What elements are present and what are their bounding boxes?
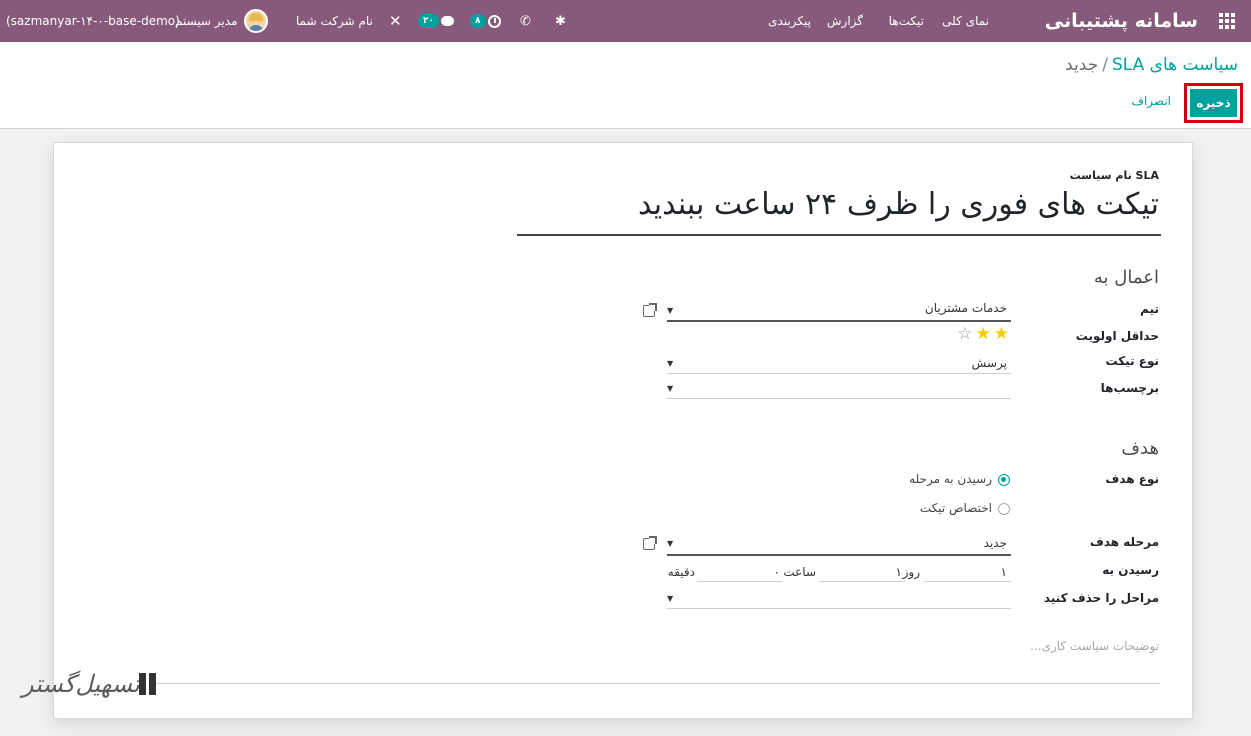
- menu-reporting[interactable]: گزارش: [827, 0, 863, 42]
- minutes-field-line: [697, 581, 782, 582]
- save-button[interactable]: ذخیره: [1190, 89, 1237, 117]
- exclude-stages-field-line[interactable]: [667, 608, 1011, 609]
- hours-unit-label: ساعت: [783, 565, 816, 579]
- star-icon[interactable]: ★: [976, 325, 991, 343]
- target-stage-value[interactable]: جدید: [984, 536, 1007, 550]
- ticket-type-label: نوع تیکت: [1105, 354, 1160, 368]
- team-external-link-icon[interactable]: [643, 303, 657, 317]
- target-stage-label: مرحله هدف: [1089, 535, 1159, 549]
- option-assign-ticket-label[interactable]: اختصاص تیکت: [920, 501, 992, 515]
- minutes-value[interactable]: ۰: [774, 565, 780, 579]
- user-name: مدیر سیستم: [175, 14, 238, 28]
- hours-value[interactable]: ۱: [896, 565, 902, 579]
- target-stage-dropdown-caret[interactable]: ▼: [667, 539, 673, 548]
- breadcrumb-parent-link[interactable]: سیاست های SLA: [1112, 55, 1238, 75]
- priority-stars[interactable]: ★ ★ ☆: [957, 325, 1009, 343]
- sla-name-label: نام سیاست SLA: [1069, 169, 1159, 182]
- breadcrumb-separator: /: [1102, 55, 1108, 75]
- target-stage-external-link-icon[interactable]: [643, 536, 657, 550]
- chat-icon: [441, 16, 454, 26]
- target-stage-field-line: [667, 554, 1011, 556]
- breadcrumb-current: جدید: [1065, 55, 1099, 75]
- messaging-menu[interactable]: ۲۰: [418, 0, 454, 42]
- ticket-type-dropdown-caret[interactable]: ▼: [667, 359, 673, 368]
- clock-icon: [487, 14, 501, 28]
- phone-icon[interactable]: ✆: [520, 0, 531, 42]
- minutes-unit-label: دقیقه: [667, 565, 695, 579]
- option-reach-stage-label[interactable]: رسیدن به مرحله: [909, 472, 992, 486]
- tools-icon[interactable]: ✕: [389, 0, 402, 42]
- tags-field-line[interactable]: [667, 398, 1011, 399]
- activity-menu[interactable]: ۸: [470, 0, 501, 42]
- team-label: تیم: [1140, 302, 1159, 316]
- star-icon[interactable]: ★: [994, 325, 1009, 343]
- target-type-label: نوع هدف: [1105, 472, 1159, 486]
- save-button-highlight: ذخیره: [1184, 83, 1243, 123]
- exclude-stages-dropdown-caret[interactable]: ▼: [667, 594, 673, 603]
- breadcrumb: سیاست های SLA/جدید: [1065, 55, 1238, 75]
- chat-count-badge: ۲۰: [418, 14, 439, 28]
- menu-overview[interactable]: نمای کلی: [942, 0, 989, 42]
- debug-bug-icon[interactable]: ✱: [555, 0, 566, 42]
- days-field-line: [924, 581, 1011, 582]
- menu-tickets[interactable]: تیکت‌ها: [889, 0, 924, 42]
- sla-name-underline: [517, 234, 1161, 236]
- form-sheet: نام سیاست SLA تیکت های فوری را ظرف ۲۴ سا…: [53, 142, 1193, 719]
- radio-assign-ticket[interactable]: [998, 503, 1010, 515]
- apps-menu-icon[interactable]: [1219, 0, 1237, 42]
- watermark-text: تسهیل‌گستر: [22, 670, 140, 698]
- app-title[interactable]: سامانه پشتیبانی: [1045, 0, 1198, 42]
- ticket-type-field-line: [667, 373, 1011, 374]
- control-panel: سیاست های SLA/جدید ذخیره انصراف: [0, 42, 1251, 129]
- reach-in-label: رسیدن به: [1102, 563, 1159, 577]
- avatar: [243, 9, 268, 33]
- sla-name-input[interactable]: تیکت های فوری را ظرف ۲۴ ساعت ببندید: [638, 187, 1159, 222]
- watermark-logo: تسهیل‌گستر: [22, 666, 167, 712]
- team-field-line: [667, 320, 1011, 322]
- ticket-type-value[interactable]: پرسش: [972, 356, 1007, 370]
- target-title: هدف: [1121, 438, 1159, 459]
- team-value[interactable]: خدمات مشتریان: [925, 301, 1007, 315]
- user-menu[interactable]: مدیر سیستم: [175, 0, 268, 42]
- top-navbar: سامانه پشتیبانی نمای کلی تیکت‌ها گزارش پ…: [0, 0, 1251, 42]
- description-editor[interactable]: توضیحات سیاست کاری...: [1030, 639, 1159, 653]
- star-outline-icon[interactable]: ☆: [957, 325, 972, 343]
- description-field-line: [154, 683, 1160, 684]
- tags-dropdown-caret[interactable]: ▼: [667, 384, 673, 393]
- watermark-mark-icon: [136, 666, 164, 710]
- radio-reach-stage[interactable]: [998, 474, 1010, 486]
- apply-on-title: اعمال به: [1093, 267, 1159, 288]
- menu-configuration[interactable]: پیکربندی: [768, 0, 811, 42]
- exclude-stages-label: مراحل را حذف کنید: [1043, 591, 1159, 605]
- hours-field-line: [819, 581, 905, 582]
- days-unit-label: روز: [902, 565, 920, 579]
- company-switcher[interactable]: نام شرکت شما: [296, 0, 373, 42]
- database-name: (sazmanyar-۱۴-۰-base-demo): [6, 14, 180, 28]
- min-priority-label: حداقل اولویت: [1075, 329, 1159, 343]
- activity-count-badge: ۸: [470, 14, 486, 28]
- days-value[interactable]: ۱: [1001, 565, 1007, 579]
- discard-button[interactable]: انصراف: [1132, 94, 1171, 108]
- team-dropdown-caret[interactable]: ▼: [667, 306, 673, 315]
- tags-label: برچسب‌ها: [1100, 381, 1159, 395]
